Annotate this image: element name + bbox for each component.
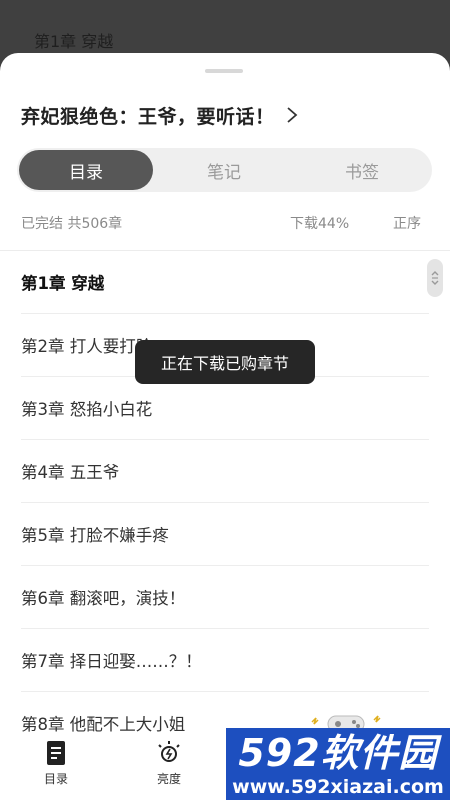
chapter-item[interactable]: 第5章 打脸不嫌手疼 <box>21 503 429 566</box>
sort-order-toggle[interactable]: 正序 <box>393 213 421 233</box>
nav-catalog-label: 目录 <box>43 772 68 786</box>
chapter-item[interactable]: 第1章 穿越 <box>21 251 429 314</box>
tab-bookmarks[interactable]: 书签 <box>295 150 429 190</box>
nav-brightness-label: 亮度 <box>156 772 181 786</box>
chapter-item[interactable]: 第7章 择日迎娶……？！ <box>21 629 429 692</box>
book-title: 弃妃狠绝色：王爷，要听话！ <box>21 105 275 128</box>
book-status: 已完结 共506章 <box>21 216 123 232</box>
book-icon <box>47 741 65 765</box>
site-watermark: 592软件园 www.592xiazai.com <box>226 728 450 800</box>
tab-catalog[interactable]: 目录 <box>19 150 153 190</box>
scroll-arrows-icon <box>431 271 439 285</box>
chapter-list: 第1章 穿越 第2章 打人要打脸 第3章 怒掐小白花 第4章 五王爷 第5章 打… <box>0 251 450 755</box>
chapter-item[interactable]: 第3章 怒掐小白花 <box>21 377 429 440</box>
nav-catalog[interactable]: 目录 <box>26 740 86 787</box>
catalog-sheet: 弃妃狠绝色：王爷，要听话！ 目录 笔记 书签 已完结 共506章 下载44% 正… <box>0 53 450 800</box>
chapter-item[interactable]: 第6章 翻滚吧，演技！ <box>21 566 429 629</box>
watermark-url: www.592xiazai.com <box>232 776 444 798</box>
download-toast: 正在下载已购章节 <box>135 340 315 384</box>
reader-background: 第1章 穿越 <box>0 0 450 60</box>
scrollbar-thumb[interactable] <box>427 259 443 297</box>
drag-handle[interactable] <box>205 69 243 73</box>
reader-chapter-title: 第1章 穿越 <box>34 32 114 51</box>
chapter-item[interactable]: 第4章 五王爷 <box>21 440 429 503</box>
nav-brightness[interactable]: 亮度 <box>139 740 199 787</box>
tab-notes[interactable]: 笔记 <box>157 150 291 190</box>
brightness-icon <box>158 741 180 762</box>
book-title-link[interactable]: 弃妃狠绝色：王爷，要听话！ <box>21 100 299 130</box>
chevron-right-icon <box>286 107 297 123</box>
tab-bar: 目录 笔记 书签 <box>17 148 432 192</box>
download-progress[interactable]: 下载44% <box>290 213 349 233</box>
catalog-meta: 已完结 共506章 下载44% 正序 <box>21 213 421 233</box>
watermark-brand: 592软件园 <box>238 731 438 775</box>
